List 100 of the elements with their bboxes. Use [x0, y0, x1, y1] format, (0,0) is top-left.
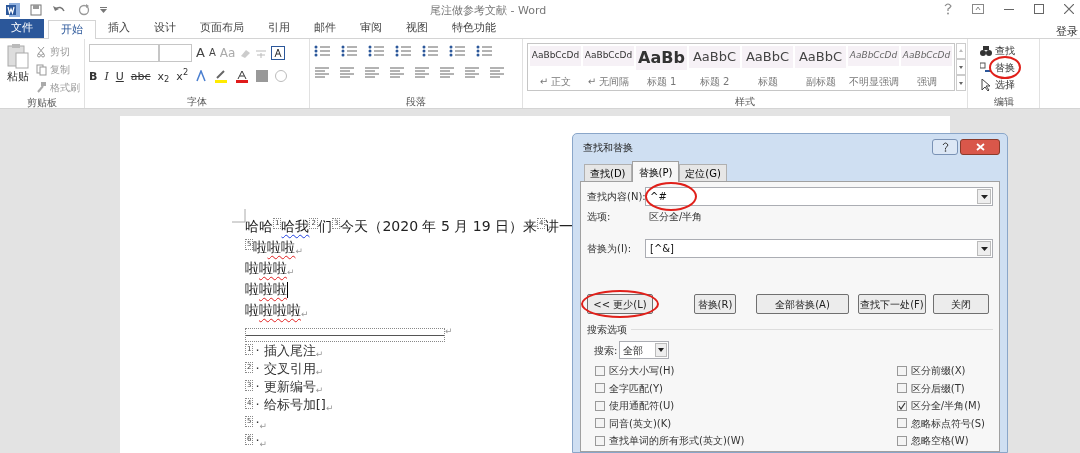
- scissors-icon[interactable]: [36, 45, 47, 58]
- close-button[interactable]: [960, 139, 1000, 155]
- checkbox[interactable]: [595, 365, 605, 376]
- sign-in-link[interactable]: 登录: [1056, 24, 1078, 41]
- checkbox[interactable]: [896, 418, 907, 429]
- checkbox-label[interactable]: 忽略空格(W): [910, 433, 969, 449]
- style-item[interactable]: AaBbC 副标题: [795, 46, 846, 88]
- dialog-tab[interactable]: 查找(D): [584, 164, 632, 181]
- ribbon-tab[interactable]: 插入: [96, 19, 142, 38]
- ribbon-display-icon[interactable]: [972, 4, 984, 14]
- checkbox-label[interactable]: 区分后缀(T): [910, 380, 965, 396]
- style-item[interactable]: AaBbCcDd 不明显强调: [848, 46, 899, 88]
- character-border-icon[interactable]: [271, 45, 286, 60]
- dropdown-button[interactable]: [655, 343, 668, 357]
- brush-icon[interactable]: [36, 81, 47, 94]
- character-shading-icon[interactable]: [256, 70, 269, 82]
- dialog-button[interactable]: 替换(R): [694, 294, 736, 314]
- checkbox[interactable]: [896, 365, 907, 376]
- checkbox-label[interactable]: 区分全/半角(M): [910, 398, 981, 414]
- more-styles-icon[interactable]: [956, 75, 966, 91]
- redo-icon[interactable]: [78, 4, 90, 16]
- group-label: 剪贴板: [26, 96, 58, 109]
- dialog-button[interactable]: 全部替换(A): [756, 294, 849, 314]
- maximize-icon[interactable]: [1034, 4, 1044, 14]
- bullets-icon[interactable]: [314, 45, 332, 57]
- binoculars-icon[interactable]: [980, 44, 992, 57]
- text-effect-icon[interactable]: [195, 70, 208, 82]
- style-item[interactable]: AaBbCcDd ↵ 无间隔: [583, 46, 634, 88]
- customize-caret-icon[interactable]: [100, 7, 107, 13]
- highlighter-icon[interactable]: [214, 69, 229, 83]
- checkbox[interactable]: [896, 400, 907, 411]
- font-size-field[interactable]: [159, 43, 192, 62]
- ribbon-tab[interactable]: 引用: [256, 19, 302, 38]
- checkbox[interactable]: [595, 435, 605, 446]
- font-color-icon[interactable]: [235, 69, 250, 83]
- checkbox-label[interactable]: 使用通配符(U): [609, 398, 675, 414]
- dialog-button[interactable]: 关闭: [933, 294, 989, 314]
- format-button[interactable]: x$_{2}$: [157, 70, 170, 82]
- combo-field[interactable]: [^&]: [645, 239, 993, 258]
- file-tab[interactable]: 文件: [0, 19, 44, 38]
- replace-icon[interactable]: [980, 61, 992, 74]
- help-icon[interactable]: [944, 3, 952, 15]
- dialog-button[interactable]: << 更少(L): [587, 294, 653, 314]
- editing-command[interactable]: 查找: [995, 45, 1015, 56]
- dialog-tab[interactable]: 定位(G): [679, 164, 727, 181]
- close-icon[interactable]: [1064, 4, 1074, 14]
- cursor-arrow-icon[interactable]: [980, 78, 992, 91]
- checkbox[interactable]: [595, 400, 605, 411]
- scroll-down-icon[interactable]: [956, 59, 966, 75]
- paragraph-mark: ↵: [315, 367, 324, 379]
- checkbox-label[interactable]: 全字匹配(Y): [609, 380, 663, 396]
- checkbox[interactable]: [595, 418, 605, 429]
- style-sample: AaBbCcDd: [530, 46, 581, 66]
- style-name: 强调: [916, 76, 937, 88]
- dropdown-button[interactable]: [977, 189, 991, 204]
- search-direction-dropdown[interactable]: 全部: [619, 341, 670, 359]
- dialog-button[interactable]: 查找下一处(F): [858, 294, 926, 314]
- checkbox[interactable]: [896, 435, 907, 446]
- checkbox[interactable]: [595, 383, 605, 394]
- dialog-tab[interactable]: 替换(P): [631, 161, 680, 182]
- style-name: 标题 2: [699, 76, 730, 88]
- clipboard-icon[interactable]: [6, 43, 30, 69]
- ribbon-tab[interactable]: 页面布局: [188, 19, 256, 38]
- editing-command[interactable]: 替换: [995, 62, 1015, 73]
- style-item[interactable]: AaBbC 标题 2: [689, 46, 740, 88]
- shrink-font-button[interactable]: A: [208, 45, 216, 61]
- format-button[interactable]: abc: [130, 70, 151, 82]
- style-name: 标题: [757, 76, 778, 88]
- ribbon-tab[interactable]: 审阅: [348, 19, 394, 38]
- ribbon-tab[interactable]: 设计: [142, 19, 188, 38]
- checkbox-label[interactable]: 忽略标点符号(S): [910, 415, 985, 431]
- combo-field[interactable]: ^#: [645, 187, 993, 206]
- save-icon[interactable]: [30, 4, 42, 16]
- paste-button[interactable]: 粘贴: [7, 69, 29, 86]
- ribbon-tab[interactable]: 特色功能: [440, 19, 508, 38]
- checkbox-label[interactable]: 区分前缀(X): [910, 363, 966, 379]
- font-name-field[interactable]: [89, 43, 159, 62]
- dropdown-button[interactable]: [977, 241, 991, 256]
- checkbox[interactable]: [896, 383, 907, 394]
- ribbon-tab[interactable]: 邮件: [302, 19, 348, 38]
- style-item[interactable]: AaBbCcDd ↵ 正文: [530, 46, 581, 88]
- align-left-icon[interactable]: [314, 67, 330, 79]
- copy-icon[interactable]: [36, 63, 47, 76]
- format-button[interactable]: B: [89, 70, 98, 82]
- style-item[interactable]: AaBb 标题 1: [636, 46, 687, 88]
- paragraph-mark: ↵: [315, 349, 324, 361]
- format-button[interactable]: U: [115, 70, 124, 82]
- help-button[interactable]: [932, 139, 958, 155]
- style-item[interactable]: AaBbC 标题: [742, 46, 793, 88]
- checkbox-label[interactable]: 查找单词的所有形式(英文)(W): [609, 433, 745, 449]
- format-button[interactable]: x$^{2}$: [176, 70, 189, 82]
- grow-font-button[interactable]: A: [196, 43, 205, 63]
- style-item[interactable]: AaBbCcDd 强调: [901, 46, 952, 88]
- checkbox-label[interactable]: 同音(英文)(K): [609, 415, 672, 431]
- ribbon-tab[interactable]: 开始: [48, 20, 96, 39]
- scroll-up-icon[interactable]: [956, 43, 966, 59]
- ribbon-tab[interactable]: 视图: [394, 19, 440, 38]
- format-button[interactable]: I: [104, 70, 109, 82]
- checkbox-label[interactable]: 区分大小写(H): [609, 363, 675, 379]
- editing-command[interactable]: 选择: [995, 79, 1015, 90]
